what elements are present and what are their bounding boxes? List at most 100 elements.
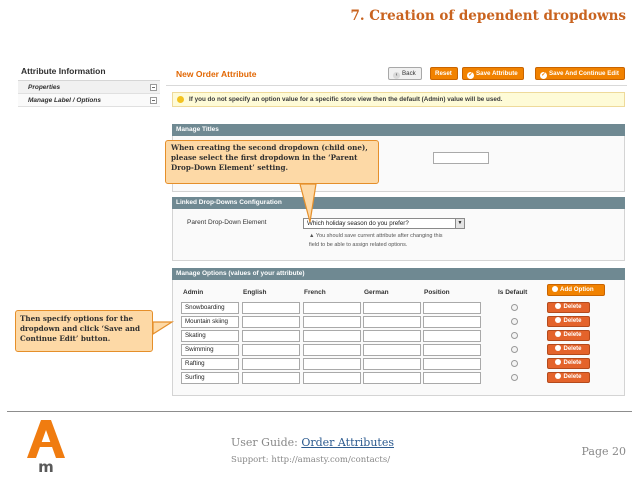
parent-dropdown-note: ▲ You should save current attribute afte… <box>309 233 443 248</box>
is-default-radio[interactable] <box>511 304 518 311</box>
slide-title: 7. Creation of dependent dropdowns <box>350 8 626 24</box>
german-value-input[interactable] <box>363 316 421 328</box>
callout-parent-dropdown: When creating the second dropdown (child… <box>165 140 379 184</box>
page-header: New Order Attribute ‹ Back Reset ✓ Save At… <box>166 62 627 86</box>
manage-options-body: Admin English French German Position Is … <box>172 280 625 396</box>
back-arrow-icon: ‹ <box>393 72 400 79</box>
english-value-input[interactable] <box>242 372 300 384</box>
column-header: Admin <box>183 289 204 296</box>
column-header: French <box>304 289 326 296</box>
main-panel: New Order Attribute ‹ Back Reset ✓ Save At… <box>166 62 627 396</box>
delete-icon <box>555 359 562 365</box>
delete-icon <box>555 373 562 379</box>
notice-message: If you do not specify an option value fo… <box>172 92 625 107</box>
column-header: German <box>364 289 389 296</box>
lightbulb-icon <box>177 96 184 103</box>
is-default-radio[interactable] <box>511 318 518 325</box>
table-row: Surfing Delete <box>173 371 626 385</box>
admin-value-input[interactable]: Rafting <box>181 358 239 370</box>
delete-button[interactable]: Delete <box>547 316 590 327</box>
position-input[interactable] <box>423 344 481 356</box>
linked-dropdowns-header: Linked Drop-Downs Configuration <box>172 197 625 209</box>
english-value-input[interactable] <box>242 302 300 314</box>
table-row: Swimming Delete <box>173 343 626 357</box>
german-value-input[interactable] <box>363 302 421 314</box>
delete-icon <box>555 317 562 323</box>
tab-label: Properties <box>28 84 61 91</box>
column-header: Position <box>424 289 450 296</box>
order-attributes-link[interactable]: Order Attributes <box>301 436 394 449</box>
plus-icon <box>552 286 558 292</box>
position-input[interactable] <box>423 316 481 328</box>
tab-label: Manage Label / Options <box>28 97 101 104</box>
linked-dropdowns-body: Parent Drop-Down Element Which holiday s… <box>172 209 625 261</box>
is-default-radio[interactable] <box>511 346 518 353</box>
admin-value-input[interactable]: Mountain skiing <box>181 316 239 328</box>
position-input[interactable] <box>423 302 481 314</box>
page-title: New Order Attribute <box>176 69 257 79</box>
parent-dropdown-label: Parent Drop-Down Element <box>187 219 267 226</box>
position-input[interactable] <box>423 358 481 370</box>
delete-button[interactable]: Delete <box>547 372 590 383</box>
german-value-input[interactable] <box>363 344 421 356</box>
admin-value-input[interactable]: Snowboarding <box>181 302 239 314</box>
french-value-input[interactable] <box>303 358 361 370</box>
collapse-icon <box>150 84 157 91</box>
admin-value-input[interactable]: Surfing <box>181 372 239 384</box>
delete-icon <box>555 331 562 337</box>
german-value-input[interactable] <box>363 372 421 384</box>
english-value-input[interactable] <box>242 358 300 370</box>
french-value-input[interactable] <box>303 316 361 328</box>
svg-text:m: m <box>38 458 54 474</box>
german-value-input[interactable] <box>363 330 421 342</box>
delete-button[interactable]: Delete <box>547 358 590 369</box>
table-row: Skating Delete <box>173 329 626 343</box>
collapse-icon <box>150 97 157 104</box>
admin-value-input[interactable]: Skating <box>181 330 239 342</box>
table-row: Snowboarding Delete <box>173 301 626 315</box>
english-value-input[interactable] <box>242 316 300 328</box>
english-value-input[interactable] <box>242 344 300 356</box>
table-row: Rafting Delete <box>173 357 626 371</box>
delete-icon <box>555 345 562 351</box>
chevron-down-icon: ▼ <box>455 219 464 228</box>
amasty-logo: m <box>24 420 68 474</box>
manage-options-header: Manage Options (values of your attribute… <box>172 268 625 280</box>
support-line: Support: http://amasty.com/contacts/ <box>231 455 391 465</box>
delete-button[interactable]: Delete <box>547 330 590 341</box>
table-row: Mountain skiing Delete <box>173 315 626 329</box>
manage-titles-header: Manage Titles <box>172 124 625 136</box>
footer-divider <box>7 411 632 412</box>
french-value-input[interactable] <box>303 330 361 342</box>
parent-dropdown-select[interactable]: Which holiday season do you prefer? ▼ <box>303 218 465 229</box>
column-header: English <box>243 289 267 296</box>
delete-icon <box>555 303 562 309</box>
tab-manage-labels[interactable]: Manage Label / Options <box>18 94 160 107</box>
callout-specify-options: Then specify options for the dropdown an… <box>15 310 153 352</box>
french-value-input[interactable] <box>303 302 361 314</box>
reset-button[interactable]: Reset <box>430 67 458 80</box>
left-panel: Attribute Information Properties Manage … <box>18 62 160 107</box>
check-icon: ✓ <box>540 72 547 79</box>
delete-button[interactable]: Delete <box>547 344 590 355</box>
admin-value-input[interactable]: Swimming <box>181 344 239 356</box>
french-value-input[interactable] <box>303 372 361 384</box>
german-value-input[interactable] <box>363 358 421 370</box>
title-input[interactable] <box>433 152 489 164</box>
is-default-radio[interactable] <box>511 332 518 339</box>
left-panel-title: Attribute Information <box>18 62 160 81</box>
user-guide-line: User Guide: Order Attributes <box>231 436 394 449</box>
position-input[interactable] <box>423 372 481 384</box>
tab-properties[interactable]: Properties <box>18 81 160 94</box>
save-attribute-button[interactable]: ✓ Save Attribute <box>462 67 524 80</box>
back-button[interactable]: ‹ Back <box>388 67 422 80</box>
check-icon: ✓ <box>467 72 474 79</box>
french-value-input[interactable] <box>303 344 361 356</box>
is-default-radio[interactable] <box>511 360 518 367</box>
english-value-input[interactable] <box>242 330 300 342</box>
position-input[interactable] <box>423 330 481 342</box>
save-continue-button[interactable]: ✓ Save And Continue Edit <box>535 67 625 80</box>
delete-button[interactable]: Delete <box>547 302 590 313</box>
add-option-button[interactable]: Add Option <box>547 284 605 296</box>
is-default-radio[interactable] <box>511 374 518 381</box>
